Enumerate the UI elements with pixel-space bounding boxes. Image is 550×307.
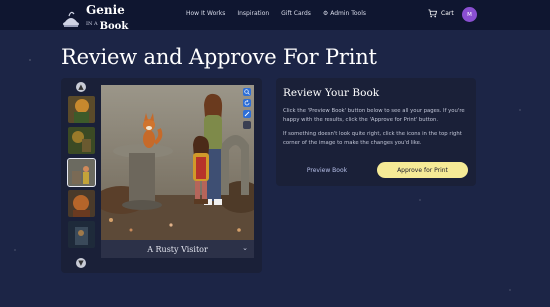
nav-gift-cards[interactable]: Gift Cards xyxy=(281,10,311,17)
preview-book-button[interactable]: Preview Book xyxy=(283,163,371,178)
user-avatar[interactable]: M xyxy=(462,7,477,22)
more-icon[interactable] xyxy=(243,121,251,129)
brand-title: Genie xyxy=(86,3,125,17)
approve-for-print-button[interactable]: Approve for Print xyxy=(377,162,468,178)
page-thumbnail-selected[interactable] xyxy=(67,158,96,187)
review-instructions-2: If something doesn't look quite right, c… xyxy=(283,131,462,146)
page-title: Review and Approve For Print xyxy=(61,45,377,69)
thumb-scroll-down-button[interactable]: ▼ xyxy=(76,258,86,268)
genie-lamp-icon xyxy=(63,11,79,27)
page-illustration xyxy=(101,85,254,240)
chevron-down-icon[interactable]: ⌄ xyxy=(242,244,248,252)
zoom-icon[interactable] xyxy=(243,88,251,96)
nav-links: How It Works Inspiration Gift Cards ⚙ Ad… xyxy=(186,10,366,17)
page-thumbnail[interactable] xyxy=(68,96,95,123)
thumb-scroll-up-button[interactable]: ▲ xyxy=(76,82,86,92)
review-title: Review Your Book xyxy=(283,87,380,99)
review-instructions-1: Click the 'Preview Book' button below to… xyxy=(283,108,465,123)
page-thumbnail[interactable] xyxy=(68,127,95,154)
nav-how-it-works[interactable]: How It Works xyxy=(186,10,225,17)
page-thumbnail[interactable] xyxy=(68,221,95,248)
brand-logo[interactable]: Genie IN A Book xyxy=(60,4,128,32)
image-tools xyxy=(243,88,252,132)
thumbnail-strip: ▲ ▼ xyxy=(66,82,96,268)
top-navbar: Genie IN A Book How It Works Inspiration … xyxy=(0,0,550,32)
page-thumbnail[interactable] xyxy=(68,190,95,217)
brand-book: Book xyxy=(99,21,129,32)
brand-sub: IN A xyxy=(86,21,98,27)
cart-icon xyxy=(428,9,437,18)
page-caption-title: A Rusty Visitor xyxy=(147,244,208,254)
cart-link[interactable]: Cart xyxy=(428,9,454,18)
regenerate-icon[interactable] xyxy=(243,99,251,107)
cart-label: Cart xyxy=(441,10,454,17)
nav-admin-tools[interactable]: ⚙ Admin Tools xyxy=(323,10,366,17)
edit-icon[interactable] xyxy=(243,110,251,118)
page-caption-bar[interactable]: A Rusty Visitor ⌄ xyxy=(101,240,254,258)
nav-inspiration[interactable]: Inspiration xyxy=(237,10,269,17)
